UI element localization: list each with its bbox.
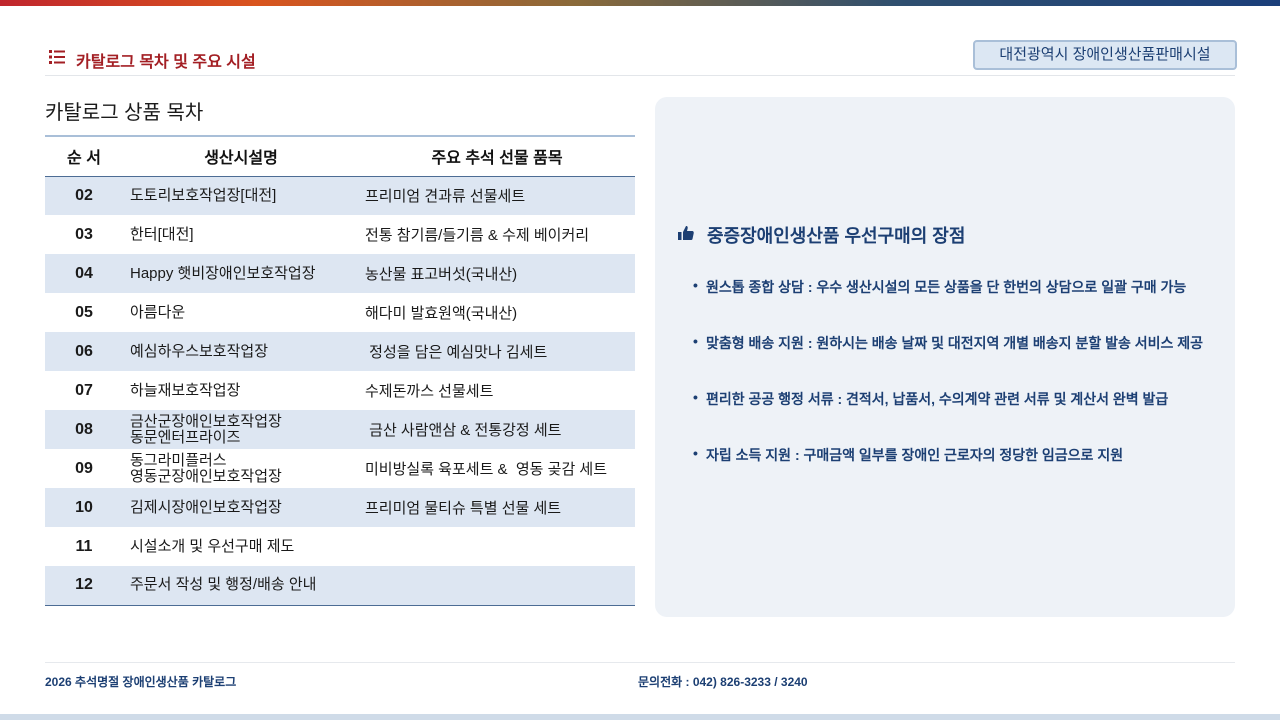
list-icon (49, 50, 65, 64)
column-header-facility: 생산시설명 (123, 135, 359, 177)
table-row: 08 금산군장애인보호작업장 동문엔터프라이즈 금산 사람앤삼 & 전통강정 세트 (45, 410, 635, 449)
row-gift-item: 해다미 발효원액(국내산) (365, 305, 518, 322)
column-header-order: 순 서 (45, 135, 123, 177)
table-row: 10 김제시장애인보호작업장 프리미엄 물티슈 특별 선물 세트 (45, 488, 635, 527)
row-gift-item (359, 566, 635, 606)
table-row: 03 한터[대전] 전통 참기름/들기름 & 수제 베이커리 (45, 215, 635, 254)
table-row: 09 동그라미플러스 영동군장애인보호작업장 미비방실록 육포세트 & 영동 곶감 세… (45, 449, 635, 488)
table-row: 06 예심하우스보호작업장 정성을 담은 예심맛나 김세트 (45, 332, 635, 371)
advantages-panel: 중증장애인생산품 우선구매의 장점 원스톱 종합 상담 : 우수 생산시설의 모… (655, 97, 1235, 617)
row-gift-item: 프리미엄 물티슈 특별 선물 세트 (359, 488, 635, 527)
toc-header-row: 순 서 생산시설명 주요 추석 선물 품목 (45, 135, 635, 177)
row-number: 05 (75, 303, 93, 321)
table-row: 11 시설소개 및 우선구매 제도 (45, 527, 635, 566)
advantage-item: 편리한 공공 행정 서류 : 견적서, 납품서, 수의계약 관련 서류 및 계산… (693, 389, 1223, 445)
advantages-title: 중증장애인생산품 우선구매의 장점 (707, 226, 966, 246)
row-facility: 금산군장애인보호작업장 동문엔터프라이즈 (123, 410, 359, 449)
row-number: 03 (75, 225, 93, 243)
table-row: 07 하늘재보호작업장 수제돈까스 선물세트 (45, 371, 635, 410)
row-gift-item (359, 527, 635, 566)
row-number: 07 (75, 381, 93, 399)
row-number: 11 (75, 537, 93, 555)
facility-name-line1: 금산군장애인보호작업장 (130, 412, 282, 430)
table-row: 04 Happy 햇비장애인보호작업장 농산물 표고버섯(국내산) (45, 254, 635, 293)
advantage-item: 맞춤형 배송 지원 : 원하시는 배송 날짜 및 대전지역 개별 배송지 분할 … (693, 333, 1223, 389)
table-row: 02 도토리보호작업장[대전] 프리미엄 견과류 선물세트 (45, 176, 635, 215)
row-number: 12 (45, 566, 123, 606)
row-facility: 동그라미플러스 영동군장애인보호작업장 (123, 449, 359, 488)
row-number: 10 (45, 488, 123, 527)
table-row: 12 주문서 작성 및 행정/배송 안내 (45, 566, 635, 606)
row-facility: 아름다운 (130, 303, 186, 321)
row-facility: 하늘재보호작업장 (130, 381, 241, 399)
organization-badge: 대전광역시 장애인생산품판매시설 (973, 40, 1237, 70)
thumbs-up-icon (678, 226, 694, 240)
row-facility: 한터[대전] (130, 225, 194, 243)
row-facility: 도토리보호작업장[대전] (123, 176, 359, 215)
toc-table: 순 서 생산시설명 주요 추석 선물 품목 02 도토리보호작업장[대전] 프리미엄… (45, 135, 635, 606)
toc-title: 카탈로그 상품 목차 (45, 102, 204, 124)
advantages-list: 원스톱 종합 상담 : 우수 생산시설의 모든 상품을 단 한번의 상담으로 일… (693, 277, 1223, 501)
column-header-items: 주요 추석 선물 품목 (359, 135, 635, 177)
facility-name-line2: 영동군장애인보호작업장 (130, 467, 282, 485)
row-number: 04 (45, 254, 123, 293)
row-facility: 시설소개 및 우선구매 제도 (130, 537, 295, 555)
bottom-color-stripe (0, 714, 1280, 720)
advantage-item: 원스톱 종합 상담 : 우수 생산시설의 모든 상품을 단 한번의 상담으로 일… (693, 277, 1223, 333)
toc-section: 카탈로그 상품 목차 순 서 생산시설명 주요 추석 선물 품목 02 도토리보호… (45, 96, 635, 606)
row-gift-item: 정성을 담은 예심맛나 김세트 (359, 332, 635, 371)
row-facility: Happy 햇비장애인보호작업장 (123, 254, 359, 293)
row-facility: 주문서 작성 및 행정/배송 안내 (123, 566, 359, 606)
section-title: 카탈로그 목차 및 주요 시설 (76, 54, 256, 71)
row-number: 06 (45, 332, 123, 371)
top-color-stripe (0, 0, 1280, 6)
table-row: 05 아름다운 해다미 발효원액(국내산) (45, 293, 635, 332)
row-gift-item: 프리미엄 견과류 선물세트 (359, 176, 635, 215)
row-number: 08 (45, 410, 123, 449)
footer-divider (45, 662, 1235, 663)
row-gift-item: 농산물 표고버섯(국내산) (359, 254, 635, 293)
page-header: 카탈로그 목차 및 주요 시설 대전광역시 장애인생산품판매시설 (45, 40, 1237, 76)
row-gift-item: 미비방실록 육포세트 & 영동 곶감 세트 (365, 461, 608, 478)
row-gift-item: 수제돈까스 선물세트 (365, 383, 494, 400)
advantage-item: 자립 소득 지원 : 구매금액 일부를 장애인 근로자의 정당한 임금으로 지원 (693, 445, 1223, 501)
facility-name-line2: 동문엔터프라이즈 (130, 428, 241, 446)
row-gift-item: 금산 사람앤삼 & 전통강정 세트 (359, 410, 635, 449)
row-gift-item: 전통 참기름/들기름 & 수제 베이커리 (365, 227, 590, 244)
row-facility: 예심하우스보호작업장 (123, 332, 359, 371)
row-facility: 김제시장애인보호작업장 (123, 488, 359, 527)
footer-contact: 문의전화 : 042) 826-3233 / 3240 (638, 675, 808, 689)
header-divider (45, 75, 1235, 76)
row-number: 09 (75, 459, 93, 477)
row-number: 02 (45, 176, 123, 215)
footer-catalog-name: 2026 추석명절 장애인생산품 카탈로그 (45, 675, 237, 689)
facility-name-line1: 동그라미플러스 (130, 451, 227, 469)
